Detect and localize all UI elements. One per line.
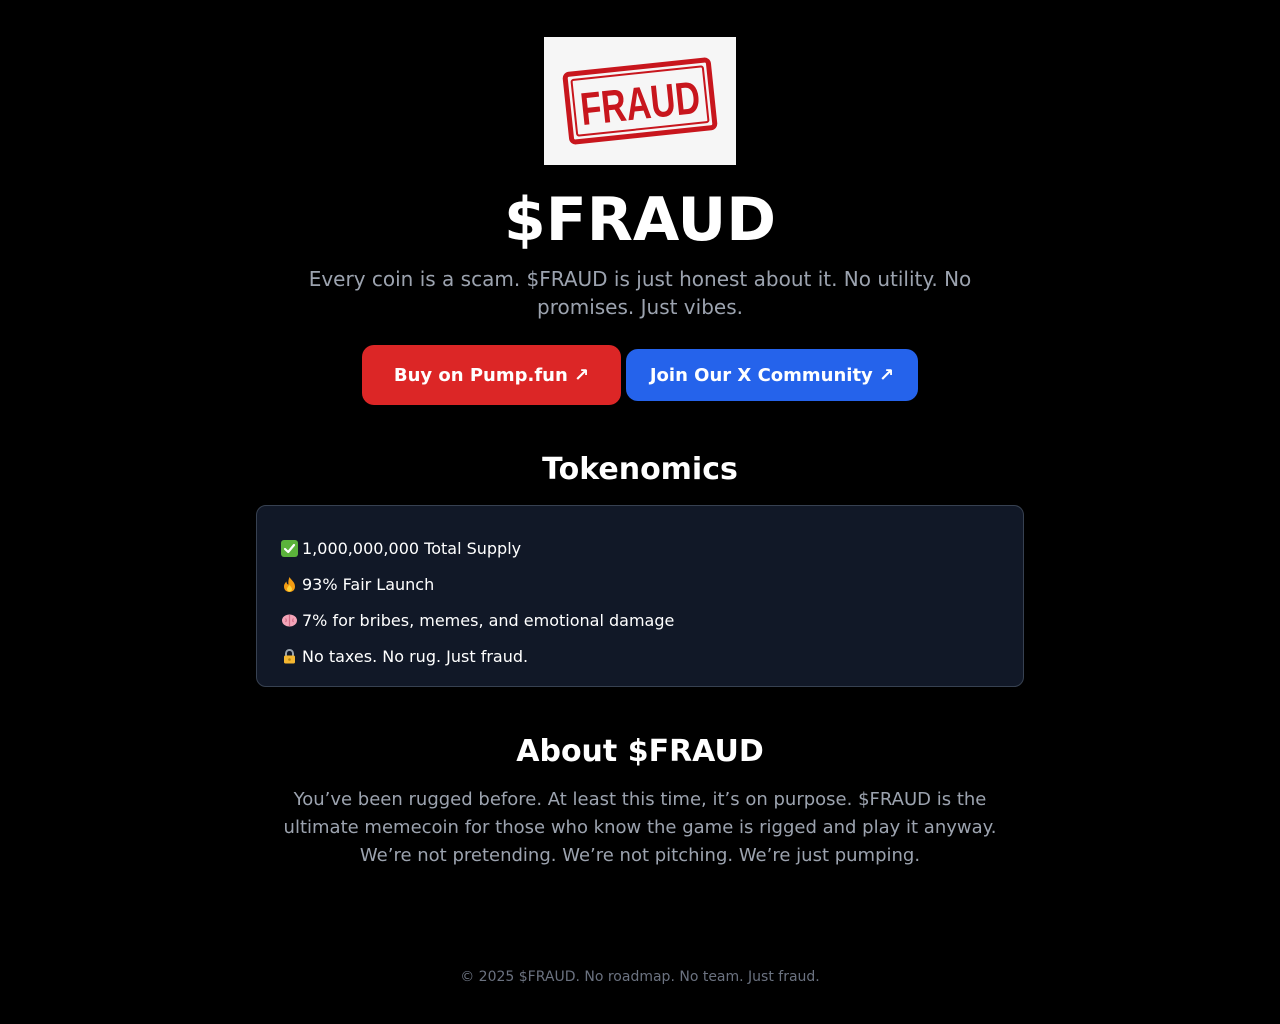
tagline: Every coin is a scam. $FRAUD is just hon… bbox=[308, 267, 972, 319]
list-item: 7% for bribes, memes, and emotional dama… bbox=[281, 602, 999, 638]
list-item: 93% Fair Launch bbox=[281, 566, 999, 602]
list-item-text: No taxes. No rug. Just fraud. bbox=[302, 646, 529, 666]
fire-icon bbox=[281, 576, 298, 593]
list-item: 1,000,000,000 Total Supply bbox=[281, 530, 999, 566]
about-text: You’ve been rugged before. At least this… bbox=[283, 789, 997, 866]
list-item: No taxes. No rug. Just fraud. bbox=[281, 638, 999, 674]
tokenomics-list: 1,000,000,000 Total Supply 93% Fair Laun… bbox=[281, 530, 999, 674]
buy-on-pumpfun-button[interactable]: Buy on Pump.fun ↗ bbox=[362, 345, 621, 405]
list-item-text: 7% for bribes, memes, and emotional dama… bbox=[302, 610, 675, 630]
fraud-stamp-logo: FRAUD bbox=[544, 37, 736, 165]
page-title: $FRAUD bbox=[503, 185, 777, 255]
brain-icon bbox=[281, 612, 298, 629]
tokenomics-card: 1,000,000,000 Total Supply 93% Fair Laun… bbox=[256, 505, 1024, 687]
list-item-text: 93% Fair Launch bbox=[302, 574, 435, 594]
list-item-text: 1,000,000,000 Total Supply bbox=[302, 538, 522, 558]
fraud-stamp-image: FRAUD bbox=[562, 57, 718, 145]
join-x-community-button[interactable]: Join Our X Community ↗ bbox=[626, 349, 918, 401]
lock-icon bbox=[281, 648, 298, 665]
tokenomics-heading: Tokenomics bbox=[542, 452, 738, 487]
about-heading: About $FRAUD bbox=[516, 734, 764, 769]
landing-page: FRAUD $FRAUD Every coin is a scam. $FRAU… bbox=[0, 0, 1280, 1024]
check-mark-icon bbox=[281, 539, 298, 557]
footer-text: © 2025 $FRAUD. No roadmap. No team. Just… bbox=[460, 969, 820, 985]
